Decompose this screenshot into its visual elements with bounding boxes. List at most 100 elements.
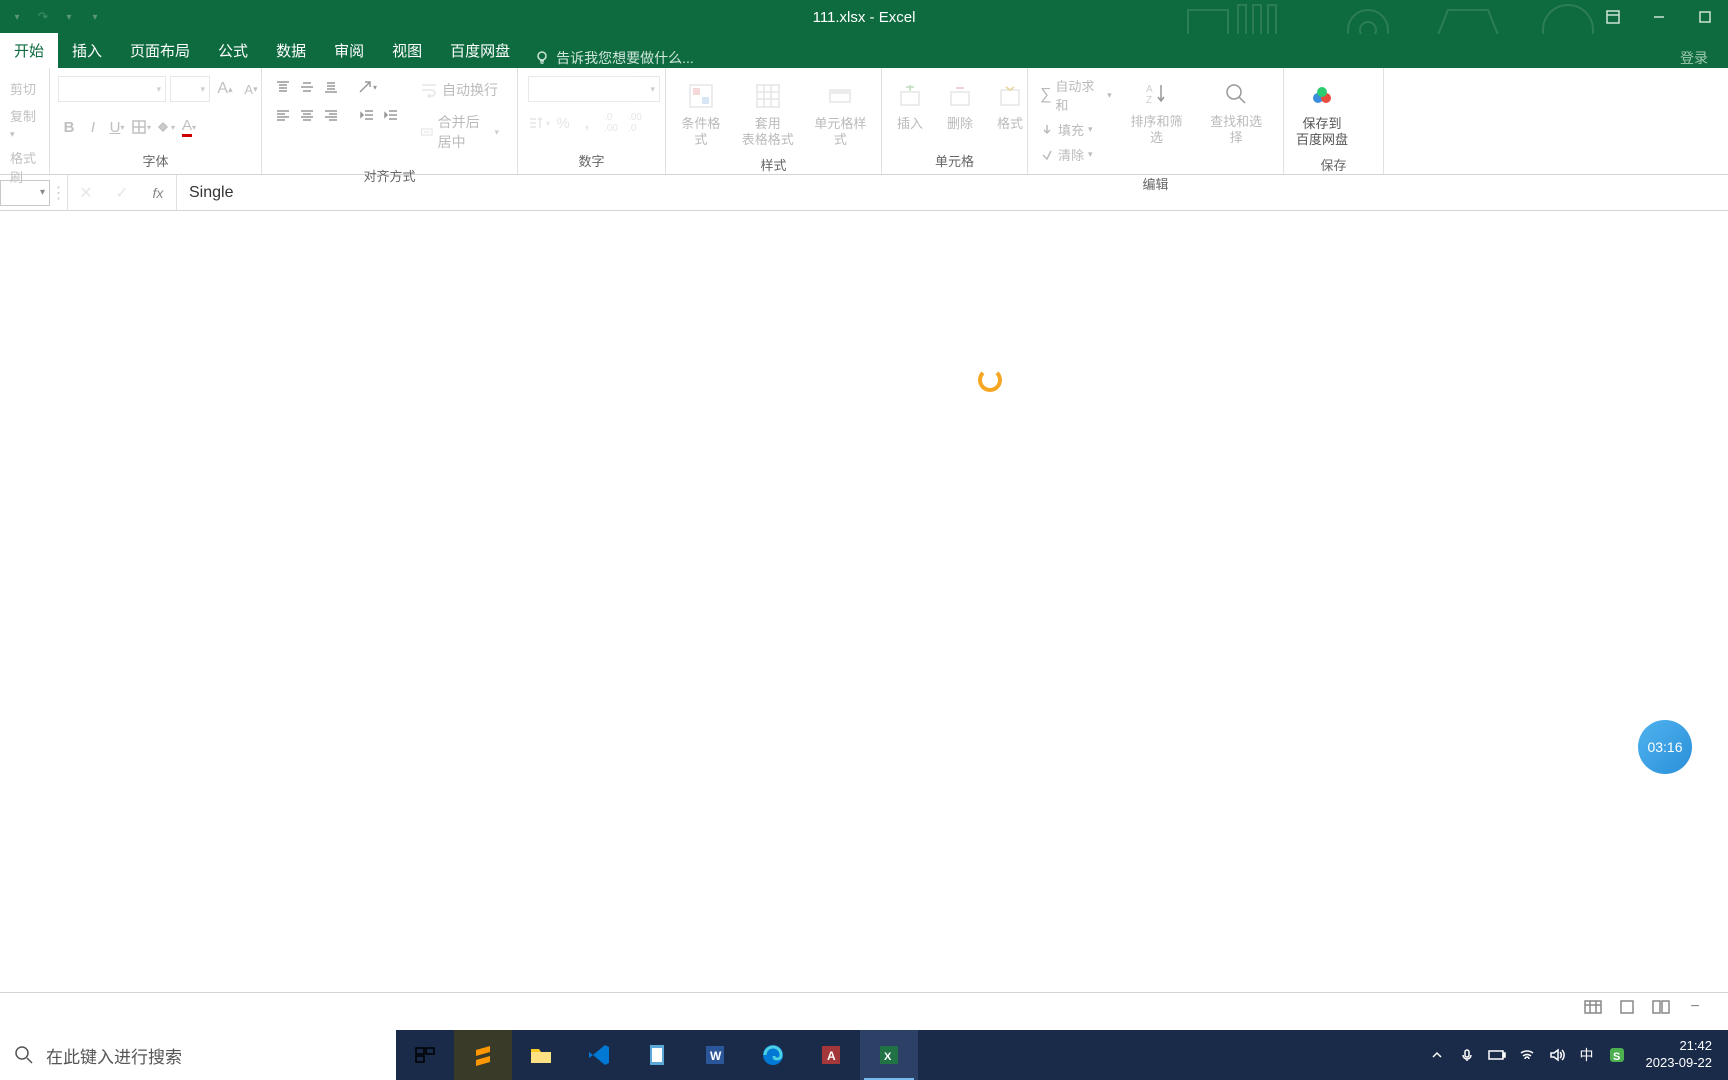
cell-styles-button[interactable]: 单元格样式 <box>804 76 877 151</box>
border-button[interactable]: ▾ <box>130 116 152 138</box>
insert-cells-button[interactable]: 插入 <box>886 76 934 136</box>
zoom-out-button[interactable]: − <box>1682 997 1708 1017</box>
ribbon-options-button[interactable] <box>1590 0 1636 34</box>
taskbar-clock[interactable]: 21:42 2023-09-22 <box>1638 1038 1721 1072</box>
format-table-button[interactable]: 套用 表格格式 <box>734 76 802 151</box>
tab-review[interactable]: 审阅 <box>320 33 378 68</box>
taskbar-app-vscode[interactable] <box>570 1030 628 1080</box>
maximize-button[interactable] <box>1682 0 1728 34</box>
tray-ime-indicator[interactable]: 中 <box>1578 1046 1596 1064</box>
font-size-combo[interactable]: ▾ <box>170 76 210 102</box>
accounting-format-button[interactable]: ▾ <box>528 112 550 134</box>
table-format-icon <box>754 82 782 110</box>
align-left-button[interactable] <box>272 104 294 126</box>
tray-overflow-button[interactable] <box>1428 1046 1446 1064</box>
normal-view-button[interactable] <box>1580 997 1606 1017</box>
font-color-button[interactable]: A▾ <box>178 116 200 138</box>
find-select-button[interactable]: 查找和选择 <box>1197 74 1275 149</box>
fill-button[interactable]: 填充▾ <box>1036 118 1116 141</box>
page-layout-view-button[interactable] <box>1614 997 1640 1017</box>
align-bottom-button[interactable] <box>320 76 342 98</box>
orientation-button[interactable]: ▾ <box>356 76 378 98</box>
minimize-button[interactable] <box>1636 0 1682 34</box>
format-icon <box>998 84 1022 108</box>
tray-mic-icon[interactable] <box>1458 1046 1476 1064</box>
wrap-text-button[interactable]: 自动换行 <box>412 76 507 104</box>
worksheet-area[interactable] <box>0 211 1728 761</box>
taskbar-app-sublime[interactable] <box>454 1030 512 1080</box>
delete-cells-button[interactable]: 删除 <box>936 76 984 136</box>
page-break-view-button[interactable] <box>1648 997 1674 1017</box>
save-baidu-button[interactable]: 保存到 百度网盘 <box>1288 76 1356 151</box>
tray-volume-icon[interactable] <box>1548 1046 1566 1064</box>
tray-sogou-icon[interactable]: S <box>1608 1046 1626 1064</box>
align-top-button[interactable] <box>272 76 294 98</box>
percent-button[interactable]: % <box>552 112 574 134</box>
bold-button[interactable]: B <box>58 116 80 138</box>
group-alignment: ▾ 自动换行 合并后居中 ▾ <box>262 68 518 174</box>
tray-battery-icon[interactable] <box>1488 1046 1506 1064</box>
taskbar-app-explorer[interactable] <box>512 1030 570 1080</box>
number-format-combo[interactable]: ▾ <box>528 76 660 102</box>
increase-indent-button[interactable] <box>380 104 402 126</box>
sort-filter-button[interactable]: AZ 排序和筛选 <box>1118 74 1196 149</box>
qat-more[interactable]: ▾ <box>58 6 80 28</box>
copy-button[interactable]: 复制 ▾ <box>6 103 45 143</box>
tab-home[interactable]: 开始 <box>0 33 58 68</box>
qat-customize[interactable]: ▾ <box>84 6 106 28</box>
qat-dropdown[interactable]: ▾ <box>6 6 28 28</box>
grow-font-button[interactable]: A▴ <box>214 78 236 100</box>
group-save: 保存到 百度网盘 保存 <box>1284 68 1384 174</box>
increase-decimal-button[interactable]: .0.00 <box>600 112 622 134</box>
cell-styles-icon <box>826 82 854 110</box>
tab-page-layout[interactable]: 页面布局 <box>116 33 204 68</box>
timer-badge[interactable]: 03:16 <box>1638 720 1692 774</box>
insert-function-button[interactable]: fx <box>140 185 176 201</box>
align-right-button[interactable] <box>320 104 342 126</box>
merge-center-button[interactable]: 合并后居中 ▾ <box>412 108 507 156</box>
tab-view[interactable]: 视图 <box>378 33 436 68</box>
taskbar-app-edge[interactable] <box>744 1030 802 1080</box>
decrease-decimal-button[interactable]: .00.0 <box>624 112 646 134</box>
taskbar-app-notepad[interactable] <box>628 1030 686 1080</box>
clear-icon <box>1040 148 1054 162</box>
fill-icon <box>1040 123 1054 137</box>
taskbar-app-word[interactable]: W <box>686 1030 744 1080</box>
format-cells-button[interactable]: 格式 <box>986 76 1034 136</box>
redo-button[interactable]: ↷ <box>32 6 54 28</box>
taskbar-app-excel[interactable]: X <box>860 1030 918 1080</box>
conditional-format-button[interactable]: 条件格式 <box>670 76 732 151</box>
enter-formula-button[interactable]: ✓ <box>104 183 140 203</box>
tab-baidu[interactable]: 百度网盘 <box>436 33 524 68</box>
tab-insert[interactable]: 插入 <box>58 33 116 68</box>
italic-button[interactable]: I <box>82 116 104 138</box>
autosum-button[interactable]: ∑自动求和▾ <box>1036 74 1116 116</box>
decrease-indent-button[interactable] <box>356 104 378 126</box>
comma-button[interactable]: , <box>576 112 598 134</box>
login-link[interactable]: 登录 <box>1680 48 1708 68</box>
align-center-button[interactable] <box>296 104 318 126</box>
tray-wifi-icon[interactable] <box>1518 1046 1536 1064</box>
tab-formulas[interactable]: 公式 <box>204 33 262 68</box>
task-view-button[interactable] <box>396 1030 454 1080</box>
tell-me-search[interactable]: 告诉我您想要做什么... <box>534 48 694 68</box>
group-label-styles: 样式 <box>670 151 877 178</box>
align-middle-button[interactable] <box>296 76 318 98</box>
tab-data[interactable]: 数据 <box>262 33 320 68</box>
fill-color-button[interactable]: ▾ <box>154 116 176 138</box>
name-box[interactable]: ▾ <box>0 180 50 206</box>
clear-button[interactable]: 清除▾ <box>1036 143 1116 166</box>
group-number: ▾ ▾ % , .0.00 .00.0 数字 <box>518 68 666 174</box>
shrink-font-button[interactable]: A▾ <box>240 78 262 100</box>
taskbar-app-access[interactable]: A <box>802 1030 860 1080</box>
ribbon: 剪切 复制 ▾ 格式刷 ▾ ▾ A▴ A▾ B I U▾ ▾ ▾ A▾ 字体 <box>0 68 1728 175</box>
baidu-cloud-icon <box>1308 82 1336 110</box>
find-icon <box>1223 81 1249 107</box>
lightbulb-icon <box>534 50 550 66</box>
group-font: ▾ ▾ A▴ A▾ B I U▾ ▾ ▾ A▾ 字体 <box>50 68 262 174</box>
cut-button[interactable]: 剪切 <box>6 76 45 101</box>
taskbar-search[interactable]: 在此键入进行搜索 <box>0 1030 396 1080</box>
font-name-combo[interactable]: ▾ <box>58 76 166 102</box>
underline-button[interactable]: U▾ <box>106 116 128 138</box>
cancel-formula-button[interactable]: ✕ <box>68 183 104 203</box>
